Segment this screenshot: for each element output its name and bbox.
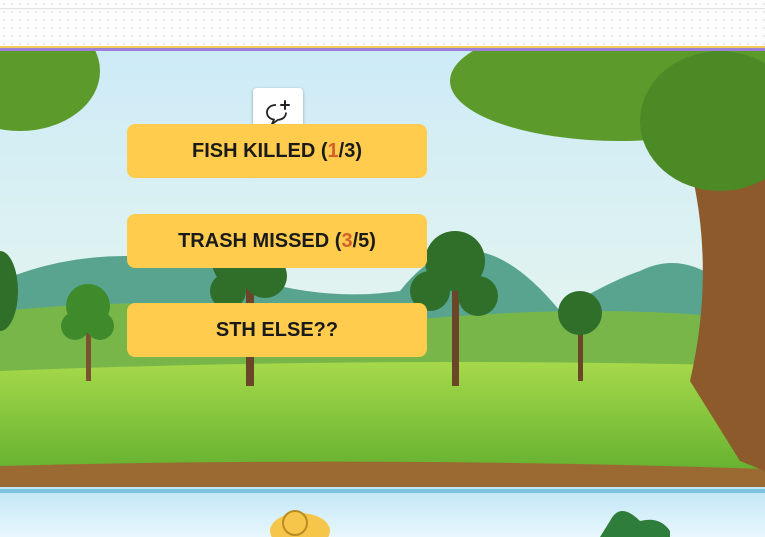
something-else-label: STH ELSE?? — [215, 318, 339, 341]
river-bank — [0, 461, 765, 491]
fish-killed-prefix: FISH KILLED ( — [191, 139, 328, 162]
trash-missed-button[interactable]: TRASH MISSED (3/5) — [127, 214, 427, 268]
toolbar-divider — [0, 8, 765, 9]
fish-killed-suffix: /3) — [338, 139, 362, 162]
add-comment-icon — [266, 100, 290, 125]
trash-missed-prefix: TRASH MISSED ( — [178, 229, 342, 252]
top-toolbar — [0, 0, 765, 46]
trash-missed-count: 3 — [341, 229, 353, 252]
fish-killed-count: 1 — [327, 139, 339, 162]
something-else-button[interactable]: STH ELSE?? — [127, 303, 427, 357]
trash-missed-suffix: /5) — [352, 229, 376, 252]
fish-killed-button[interactable]: FISH KILLED (1/3) — [127, 124, 427, 178]
